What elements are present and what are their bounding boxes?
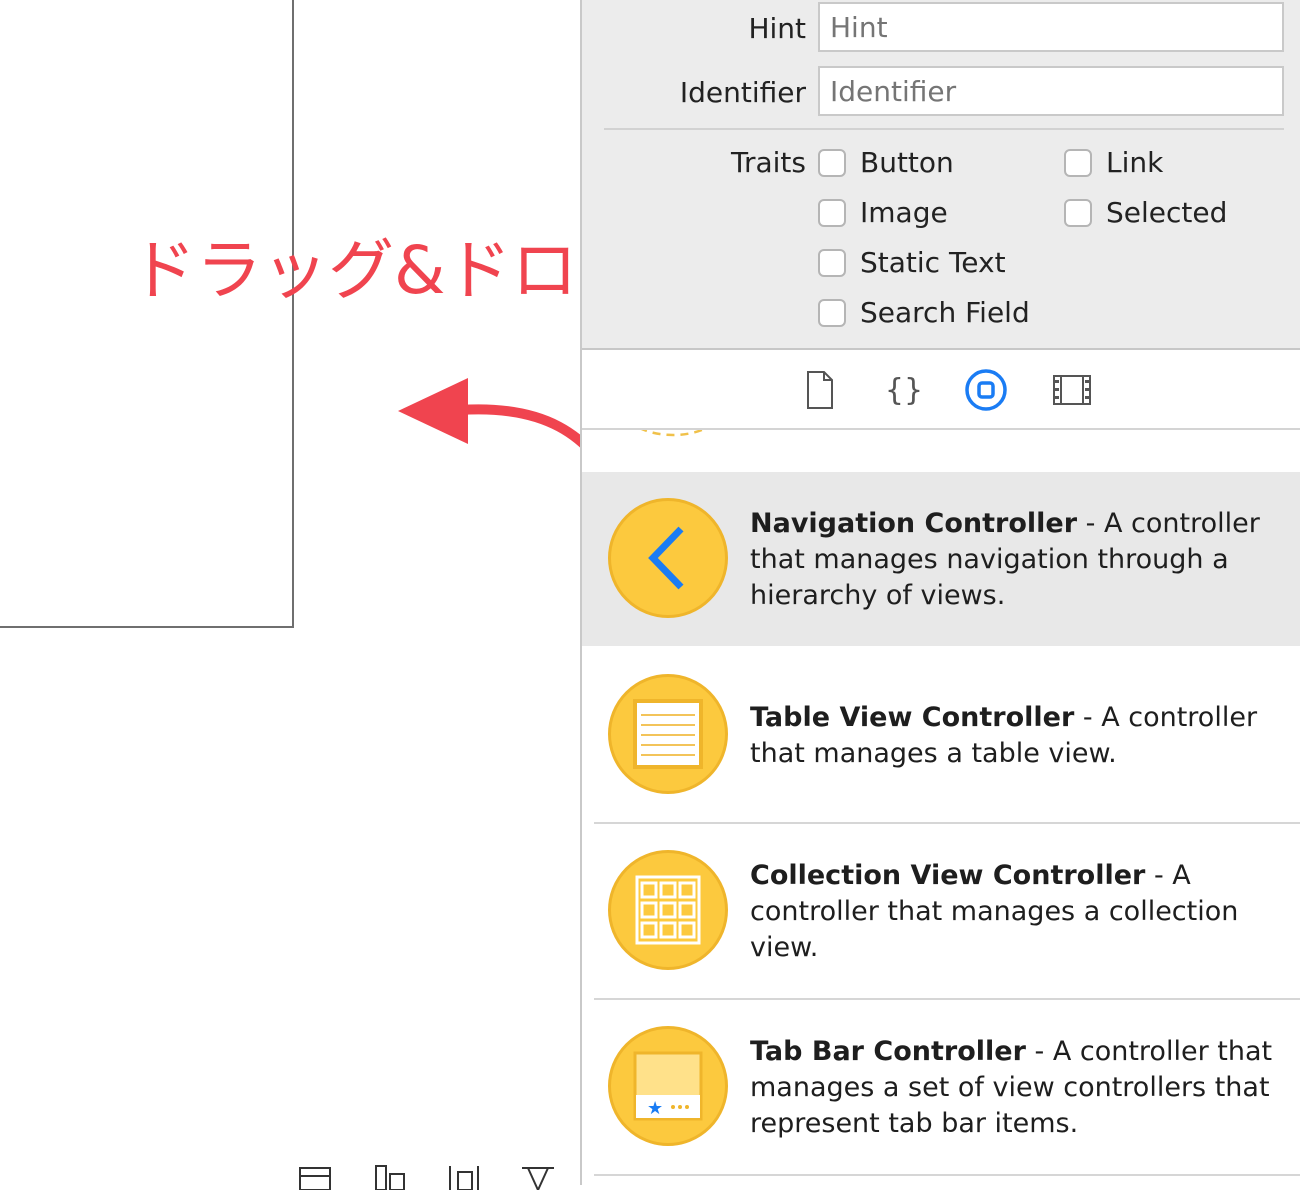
svg-text:★: ★ (647, 1098, 663, 1119)
svg-text:{}: {} (885, 373, 923, 408)
library-item-title: Navigation Controller (750, 508, 1078, 539)
trait-image-checkbox[interactable]: Image (818, 196, 948, 229)
trait-label: Link (1106, 146, 1164, 179)
trait-label: Selected (1106, 196, 1228, 229)
utilities-panel: Hint Identifier Traits Button Link Image… (580, 0, 1300, 1185)
collection-view-controller-icon (608, 850, 728, 970)
collection-grid-icon (635, 875, 701, 945)
list-item[interactable] (582, 430, 1300, 474)
checkbox[interactable] (1064, 148, 1092, 177)
trait-search-field-checkbox[interactable]: Search Field (818, 296, 1030, 329)
object-library-icon[interactable] (964, 368, 1008, 412)
canvas-bottom-toolbar (296, 1160, 558, 1190)
resolve-issues-icon[interactable] (518, 1160, 558, 1190)
checkbox[interactable] (818, 198, 846, 227)
media-library-icon[interactable] (1050, 368, 1094, 412)
checkbox[interactable] (818, 248, 846, 277)
trait-label: Search Field (860, 296, 1030, 329)
library-item-text: Collection View Controller - A controlle… (750, 858, 1280, 966)
hint-label: Hint (748, 12, 806, 45)
trait-link-checkbox[interactable]: Link (1064, 146, 1163, 179)
checkbox[interactable] (1064, 198, 1092, 227)
identifier-label: Identifier (679, 76, 806, 109)
view-controller-scene[interactable] (0, 0, 294, 628)
library-item-collection-view-controller[interactable]: Collection View Controller - A controlle… (582, 824, 1300, 998)
partial-item-icon (640, 430, 706, 437)
trait-static-text-checkbox[interactable]: Static Text (818, 246, 1006, 279)
tab-bar-icon: ★ (633, 1051, 703, 1121)
library-item-title: Table View Controller (750, 702, 1075, 733)
file-template-icon[interactable] (798, 368, 842, 412)
hint-field[interactable] (818, 2, 1284, 52)
accessibility-inspector: Hint Identifier Traits Button Link Image… (582, 0, 1300, 350)
trait-selected-checkbox[interactable]: Selected (1064, 196, 1227, 229)
library-item-navigation-controller[interactable]: Navigation Controller - A controller tha… (582, 472, 1300, 646)
trait-label: Button (860, 146, 954, 179)
code-snippet-icon[interactable]: {} (882, 368, 926, 412)
library-selector-bar: {} (582, 350, 1300, 430)
storyboard-canvas[interactable]: ドラッグ&ドロップ (0, 0, 709, 1190)
navigation-controller-icon (608, 498, 728, 618)
library-item-title: Collection View Controller (750, 860, 1146, 891)
stack-icon[interactable] (296, 1160, 336, 1190)
chevron-left-icon (648, 526, 684, 590)
trait-button-checkbox[interactable]: Button (818, 146, 954, 179)
library-item-table-view-controller[interactable]: Table View Controller - A controller tha… (582, 648, 1300, 822)
divider (594, 1174, 1300, 1176)
library-item-title: Tab Bar Controller (750, 1036, 1026, 1067)
library-item-tab-bar-controller[interactable]: ★ Tab Bar Controller - A controller that… (582, 1000, 1300, 1174)
identifier-field[interactable] (818, 66, 1284, 116)
object-library-list[interactable]: Navigation Controller - A controller tha… (582, 430, 1300, 1185)
checkbox[interactable] (818, 148, 846, 177)
tab-bar-controller-icon: ★ (608, 1026, 728, 1146)
table-view-icon (633, 699, 703, 769)
library-item-text: Navigation Controller - A controller tha… (750, 506, 1280, 614)
pin-icon[interactable] (444, 1160, 484, 1190)
traits-label: Traits (730, 146, 806, 179)
table-view-controller-icon (608, 674, 728, 794)
divider (604, 128, 1284, 130)
trait-label: Static Text (860, 246, 1006, 279)
library-item-text: Table View Controller - A controller tha… (750, 700, 1280, 772)
trait-label: Image (860, 196, 948, 229)
align-icon[interactable] (370, 1160, 410, 1190)
checkbox[interactable] (818, 298, 846, 327)
library-item-text: Tab Bar Controller - A controller that m… (750, 1034, 1280, 1142)
